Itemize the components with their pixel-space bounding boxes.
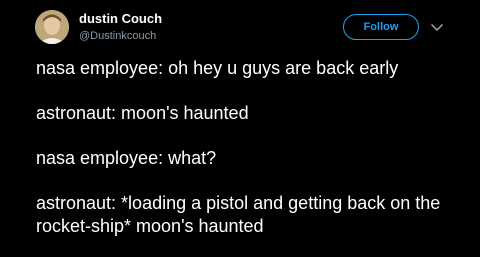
author-display-name[interactable]: dustin Couch <box>79 11 162 26</box>
chevron-down-icon[interactable] <box>430 21 444 33</box>
tweet-line: nasa employee: oh hey u guys are back ea… <box>36 58 399 78</box>
tweet-line: astronaut: moon's haunted <box>36 103 249 123</box>
follow-button[interactable]: Follow <box>343 14 419 40</box>
tweet-line: nasa employee: what? <box>36 148 217 168</box>
tweet-text: nasa employee: oh hey u guys are back ea… <box>36 57 476 238</box>
author-handle[interactable]: @Dustinkcouch <box>79 30 156 42</box>
user-avatar[interactable] <box>35 10 69 44</box>
tweet-line: astronaut: *loading a pistol and getting… <box>36 193 441 236</box>
